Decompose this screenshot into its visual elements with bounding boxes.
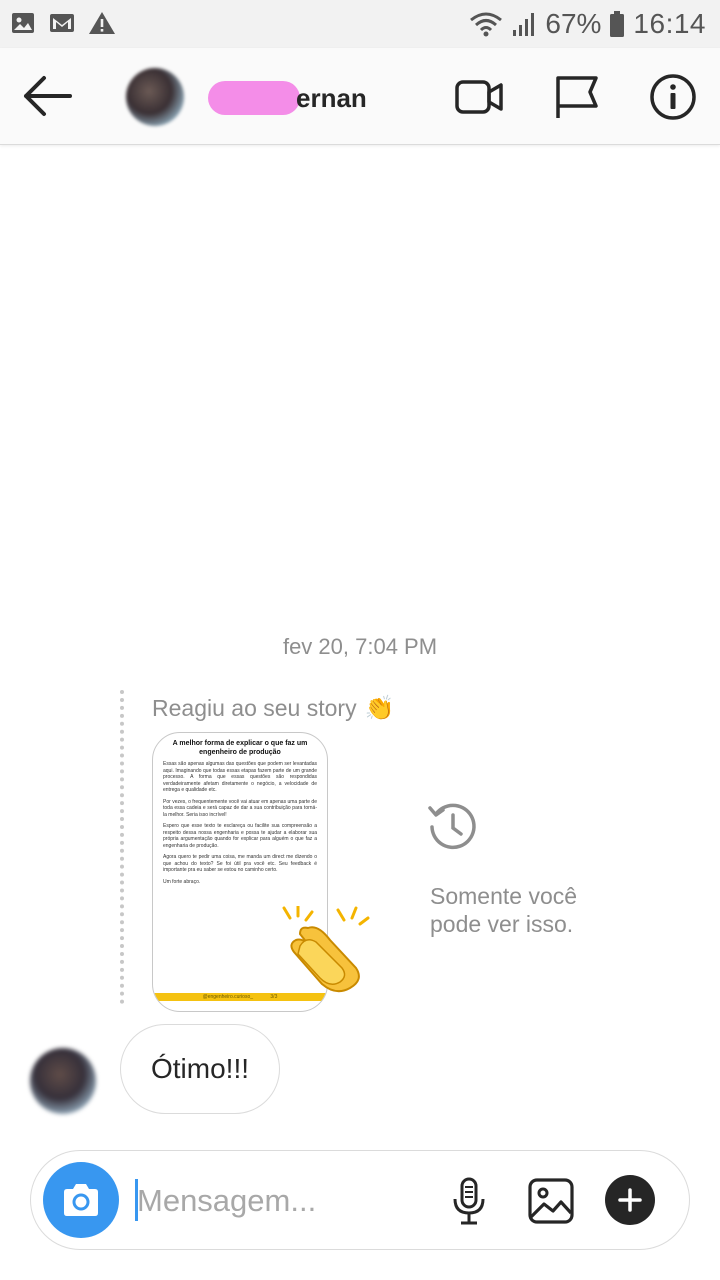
gmail-icon [50,14,74,32]
story-page: 3/3 [270,994,278,1000]
history-icon [428,803,476,850]
story-reaction-label: Reagiu ao seu story 👏 [152,694,394,723]
story-paragraph: Agora quero te pedir uma coisa, me manda… [163,854,317,873]
message-composer [30,1150,690,1250]
microphone-icon[interactable] [445,1177,493,1225]
clap-emoji: 👏 [364,695,395,722]
message-text: Ótimo!!! [151,1053,250,1084]
wifi-icon [470,12,503,37]
battery-percent: 67% [545,8,602,39]
plus-icon [618,1188,642,1212]
chat-header: ernan [0,48,720,145]
info-icon[interactable] [648,72,698,122]
camera-button[interactable] [43,1162,119,1238]
story-paragraph: Por vezes, o frequentemente você vai atu… [163,798,317,818]
flag-icon[interactable] [552,72,602,122]
image-icon [12,13,34,33]
story-handle: @engenheiro.curioso_ [202,994,254,1000]
story-paragraph: Espero que esse texto te esclareça ou fa… [163,823,317,849]
story-paragraph: Essas são apenas algumas das questões qu… [163,761,317,793]
status-bar: 67% 16:14 [0,0,720,48]
notification-icons [10,10,116,36]
gallery-icon[interactable] [527,1177,575,1225]
camera-icon [64,1184,98,1216]
message-input[interactable] [135,1173,429,1229]
warning-icon [89,12,115,34]
avatar[interactable] [126,68,184,126]
sender-avatar[interactable] [30,1048,96,1114]
clock: 16:14 [633,8,706,39]
back-arrow-icon[interactable] [20,70,76,122]
visibility-note: Somente você pode ver isso. [430,883,578,937]
battery-icon [610,11,625,37]
date-separator: fev 20, 7:04 PM [282,634,438,659]
video-call-icon[interactable] [454,72,504,122]
username[interactable]: ernan [208,78,367,118]
message-bubble[interactable]: Ótimo!!! [120,1024,281,1114]
username-text: ernan [296,82,367,113]
reaction-label-text: Reagiu ao seu story [152,695,357,721]
clapping-hands-icon [282,906,370,993]
story-title: A melhor forma de explicar o que faz um … [172,740,308,756]
reply-thread-line [120,690,124,1004]
redaction-mark [208,81,300,115]
system-status: 67% 16:14 [469,8,706,40]
story-paragraph: Um forte abraço. [163,878,201,885]
signal-icon [513,13,535,36]
more-options-button[interactable] [605,1175,655,1225]
